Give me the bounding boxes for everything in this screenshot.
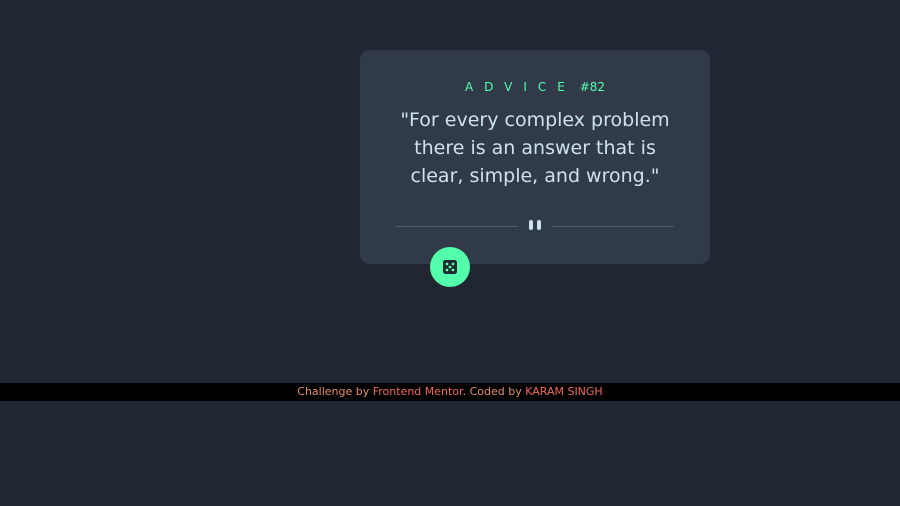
attribution-footer: Challenge by Frontend Mentor. Coded by K… [0,383,900,401]
divider [396,220,674,232]
footer-prefix: Challenge by [297,385,373,398]
page: ADVICE #82 "For every complex problem th… [0,0,900,506]
pause-icon [528,220,542,232]
author-link[interactable]: KARAM SINGH [525,385,603,398]
advice-label: ADVICE [464,80,576,94]
dice-button[interactable] [430,247,470,287]
advice-number: #82 [579,80,606,94]
divider-line-left [396,226,518,227]
divider-line-right [552,226,674,227]
footer-middle: . Coded by [462,385,526,398]
dice-icon [443,260,457,274]
advice-id: ADVICE #82 [360,80,710,94]
advice-card: ADVICE #82 "For every complex problem th… [360,50,710,264]
advice-quote: "For every complex problem there is an a… [400,109,670,187]
frontend-mentor-link[interactable]: Frontend Mentor [373,385,463,398]
